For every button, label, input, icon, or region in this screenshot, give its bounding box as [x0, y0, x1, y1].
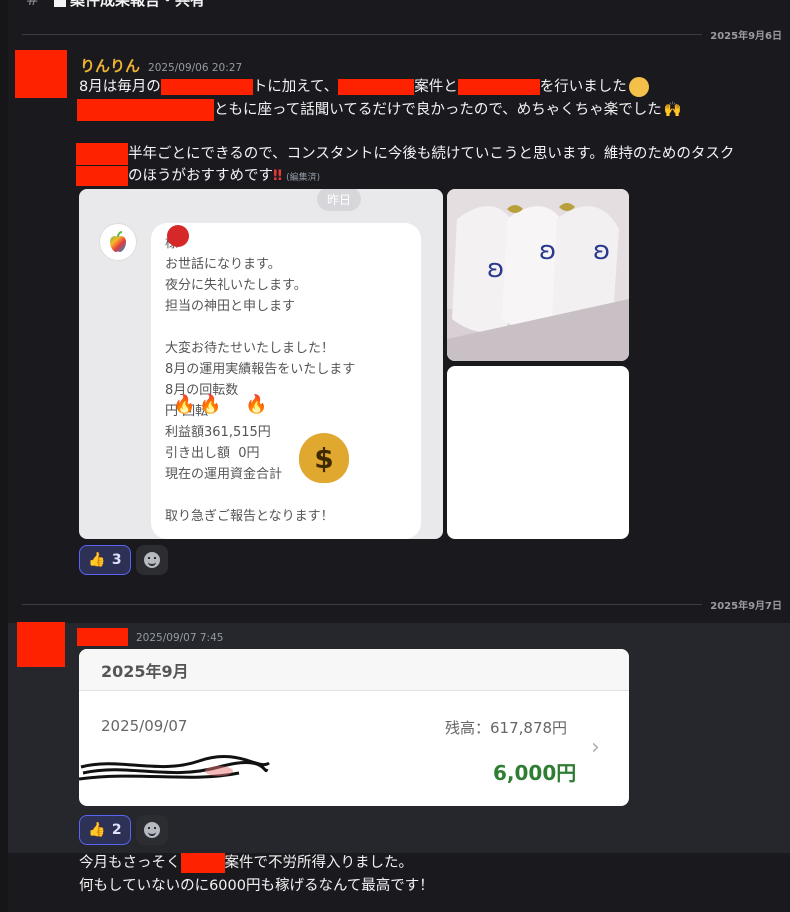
timestamp[interactable]: 2025/09/07 7:45 [136, 632, 223, 644]
left-rail [0, 0, 8, 912]
red-apple-icon [167, 225, 189, 247]
fire-icon: 🔥 [245, 394, 268, 415]
chat-bubble: 様 お世話になります。 夜分に失礼いたします。 担当の神田と申します 大変お待た… [151, 223, 421, 539]
add-reaction-icon [144, 552, 160, 568]
username-redacted[interactable] [77, 628, 128, 646]
message-line: 半年ごとにできるので、コンスタントに今後も続けていこうと思います。維持のためのタ… [76, 143, 734, 165]
channel-header: # 案件成果報告・共有 [0, 0, 790, 10]
message-text: 8月は毎月の [79, 79, 161, 95]
money-bag-icon: $ [299, 433, 349, 483]
fire-icon: 🔥 [199, 394, 222, 415]
thumbs-up-icon: 👍 [88, 552, 106, 568]
message-text: トに加えて、 [252, 79, 339, 95]
bank-date: 2025/09/07 [101, 717, 188, 735]
bank-month-header: 2025年9月 [79, 649, 629, 691]
message-text: 案件と [414, 79, 458, 95]
message-line: ともに座って話聞いてるだけで良かったので、めちゃくちゃ楽でした 🙌 [77, 99, 682, 121]
message-line: 何もしていないのに6000円も稼げるなんて最高です！ [79, 878, 434, 894]
redaction [180, 853, 225, 873]
double-exclamation-icon: ‼ [273, 168, 283, 184]
svg-text:ʚ: ʚ [593, 236, 610, 266]
emoji-salute-icon [628, 77, 649, 97]
message-line: のほうがおすすめです‼ (編集済) [76, 165, 320, 189]
blank-photo[interactable] [447, 366, 629, 539]
reaction-count: 2 [111, 822, 122, 838]
chat-screenshot-image[interactable]: 昨日 様 お世話になります。 夜分に失礼いたします。 担当の神田と申します 大変… [79, 189, 443, 539]
add-reaction-button[interactable] [136, 545, 168, 575]
chevron-right-icon: › [591, 735, 600, 760]
redaction [160, 79, 253, 95]
timestamp[interactable]: 2025/09/06 20:27 [148, 62, 242, 74]
divider-date: 2025年9月7日 [710, 600, 782, 612]
add-reaction-icon [144, 822, 160, 838]
date-divider: 2025年9月7日 [22, 597, 790, 612]
message-header: 2025/09/07 7:45 [77, 626, 223, 649]
channel-hash-icon: # [26, 0, 39, 9]
username[interactable]: りんりん [80, 57, 140, 75]
scribble-redaction [79, 755, 270, 781]
thumbs-up-reaction[interactable]: 👍 3 [79, 545, 131, 575]
channel-name[interactable]: 案件成果報告・共有 [54, 0, 205, 10]
bank-amount: 6,000円 [493, 761, 577, 785]
message-line: 8月は毎月の トに加えて、 案件と を行いました [79, 76, 649, 98]
redaction [76, 143, 128, 165]
message-text: を行いました [539, 79, 627, 95]
avatar[interactable] [17, 622, 65, 667]
avatar[interactable] [15, 50, 67, 98]
thumbs-up-icon: 👍 [88, 822, 106, 838]
message-text: 案件で不労所得入りました。 [224, 855, 414, 871]
fire-icon: 🔥 [173, 394, 196, 415]
bank-balance: 残高：617,878円 [445, 719, 568, 737]
redaction [457, 79, 540, 95]
chat-day-label: 昨日 [317, 189, 361, 211]
thumbs-up-reaction[interactable]: 👍 2 [79, 815, 131, 845]
divider-date: 2025年9月6日 [710, 30, 782, 42]
message-text: ともに座って話聞いてるだけで良かったので、めちゃくちゃ楽でした [214, 102, 662, 118]
svg-text:ʚ: ʚ [487, 254, 504, 284]
raised-hands-icon: 🙌 [663, 102, 682, 118]
date-divider: 2025年9月6日 [22, 27, 790, 42]
message-text: のほうがおすすめです [128, 168, 273, 184]
add-reaction-button[interactable] [136, 815, 168, 845]
message-line: 今月もさっそく 案件で不労所得入りました。 [79, 852, 413, 874]
redaction [77, 99, 214, 121]
gift-cards-photo[interactable]: ʚ ʚ ʚ [447, 189, 629, 361]
bank-statement-image[interactable]: 2025年9月 2025/09/07 残高：617,878円 6,000円 › [79, 649, 629, 806]
redaction [338, 79, 415, 95]
message-text: 今月もさっそく [79, 855, 181, 871]
message-text: 半年ごとにできるので、コンスタントに今後も続けていこうと思います。維持のためのタ… [128, 146, 735, 162]
edited-label: (編集済) [286, 173, 321, 183]
reaction-count: 3 [111, 552, 122, 568]
apple-icon [99, 223, 137, 261]
redaction [76, 166, 128, 186]
svg-text:ʚ: ʚ [539, 236, 556, 266]
